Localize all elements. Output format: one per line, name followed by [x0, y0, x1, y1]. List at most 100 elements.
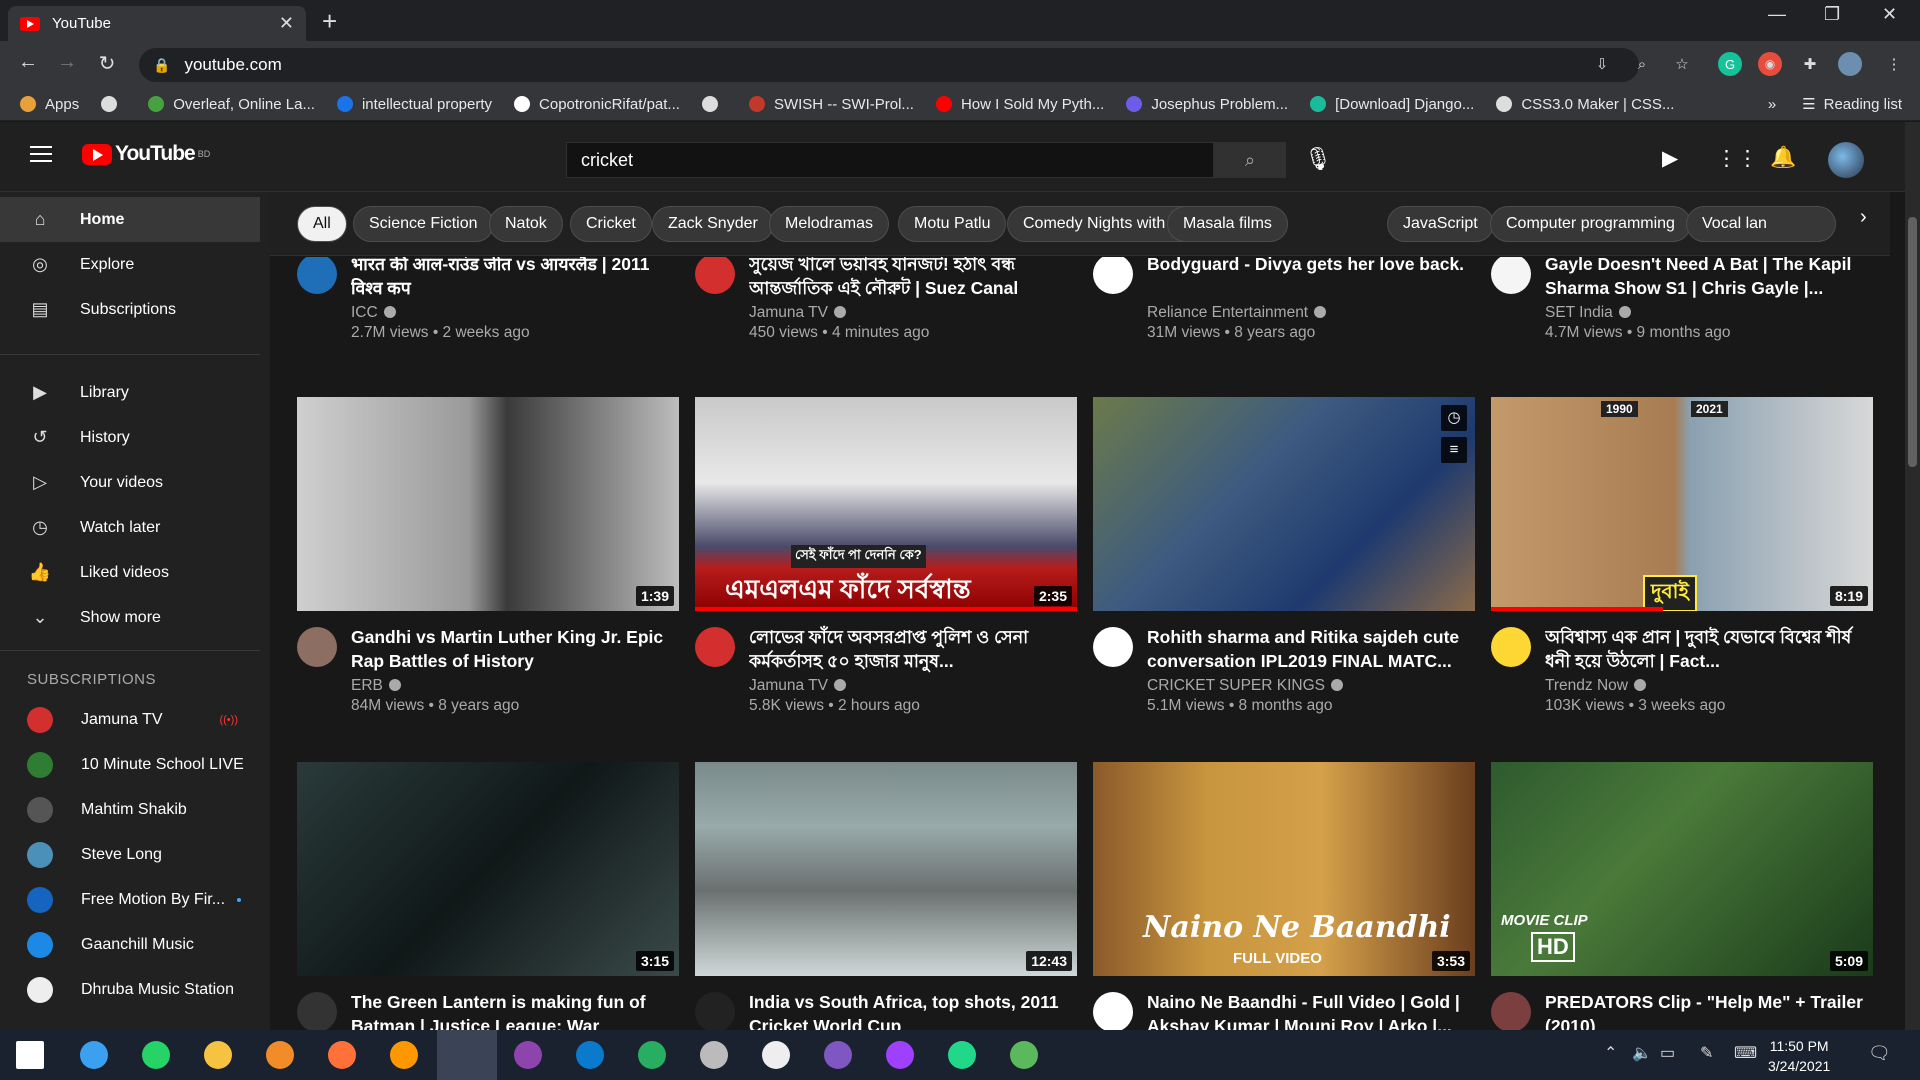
- keyboard-icon[interactable]: ⌨: [1734, 1043, 1757, 1063]
- extension-icon[interactable]: ◉: [1758, 52, 1782, 76]
- notifications-bell-icon[interactable]: 🔔: [1770, 146, 1796, 170]
- video-title[interactable]: PREDATORS Clip - "Help Me" + Trailer (20…: [1545, 990, 1865, 1030]
- scrollbar-thumb[interactable]: [1908, 217, 1917, 467]
- apps-grid-icon[interactable]: ⋮⋮: [1716, 146, 1758, 171]
- channel-name[interactable]: ERB: [351, 677, 401, 695]
- channel-name[interactable]: Reliance Entertainment: [1147, 304, 1327, 322]
- subscription-item[interactable]: Steve Long: [0, 832, 260, 877]
- video-title[interactable]: भारत की आल-राउंड जीत vs आयरलैंड | 2011 व…: [351, 257, 671, 300]
- video-thumbnail[interactable]: 1:39: [297, 397, 679, 611]
- windows-start-icon[interactable]: [16, 1041, 44, 1069]
- video-title[interactable]: Bodyguard - Divya gets her love back.: [1147, 257, 1467, 276]
- notification-center-icon[interactable]: 🗨: [1868, 1043, 1891, 1064]
- channel-avatar[interactable]: [297, 627, 337, 667]
- channel-avatar[interactable]: [1093, 992, 1133, 1030]
- volume-icon[interactable]: 🔈: [1632, 1043, 1652, 1063]
- filter-chip[interactable]: All: [297, 206, 347, 242]
- video-thumbnail[interactable]: 5:09 MOVIE CLIP HD: [1491, 762, 1873, 976]
- github-icon[interactable]: [514, 1041, 542, 1069]
- filter-chip[interactable]: Cricket: [570, 206, 652, 242]
- search-circle-icon[interactable]: [80, 1041, 108, 1069]
- filter-chip[interactable]: Masala films: [1167, 206, 1288, 242]
- subscription-item[interactable]: 10 Minute School LIVE: [0, 742, 260, 787]
- video-title[interactable]: অবিশ্বাস্য এক প্রান | দুবাই যেভাবে বিশ্ব…: [1545, 625, 1865, 673]
- tray-chevron-icon[interactable]: ⌃: [1604, 1043, 1617, 1063]
- menu-hamburger-icon[interactable]: [30, 146, 52, 162]
- sidebar-item-home[interactable]: ⌂ Home: [0, 197, 260, 242]
- subscription-item[interactable]: Gaanchill Music: [0, 922, 260, 967]
- sidebar-item-library[interactable]: ▶ Library: [0, 370, 260, 415]
- bookmark-item[interactable]: intellectual property: [336, 96, 492, 113]
- channel-name[interactable]: Trendz Now: [1545, 677, 1646, 695]
- pen-icon[interactable]: ✎: [1700, 1043, 1713, 1063]
- filter-chip[interactable]: Melodramas: [769, 206, 890, 242]
- channel-name[interactable]: SET India: [1545, 304, 1631, 322]
- video-thumbnail[interactable]: 12:43: [695, 762, 1077, 976]
- grammarly-extension-icon[interactable]: G: [1718, 52, 1742, 76]
- subscription-item[interactable]: Free Motion By Fir...: [0, 877, 260, 922]
- cloud-app-icon[interactable]: [700, 1041, 728, 1069]
- bookmark-item[interactable]: [101, 96, 126, 112]
- filter-chip[interactable]: Zack Snyder: [652, 206, 774, 242]
- video-thumbnail[interactable]: ◷ ≡: [1093, 397, 1475, 611]
- browser-tab[interactable]: YouTube ✕: [8, 6, 306, 41]
- avast-icon[interactable]: [266, 1041, 294, 1069]
- video-title[interactable]: Gayle Doesn't Need A Bat | The Kapil Sha…: [1545, 257, 1865, 300]
- channel-avatar[interactable]: [1491, 627, 1531, 667]
- video-title[interactable]: Naino Ne Baandhi - Full Video | Gold | A…: [1147, 990, 1467, 1030]
- video-thumbnail[interactable]: 8:19 1990 2021 দুবাই: [1491, 397, 1873, 611]
- firefox-icon[interactable]: [328, 1041, 356, 1069]
- subscription-item[interactable]: Jamuna TV ((•)): [0, 697, 260, 742]
- subscription-item[interactable]: Mahtim Shakib: [0, 787, 260, 832]
- video-thumbnail[interactable]: 2:35 সেই ফাঁদে পা দেননি কে? এমএলএম ফাঁদে স…: [695, 397, 1077, 611]
- visual-studio-icon[interactable]: [824, 1041, 852, 1069]
- subscription-item[interactable]: Dhruba Music Station: [0, 967, 260, 1012]
- search-button[interactable]: ⌕: [1214, 142, 1286, 178]
- messenger-icon[interactable]: [886, 1041, 914, 1069]
- channel-avatar[interactable]: [1491, 992, 1531, 1030]
- filter-chip[interactable]: Motu Patlu: [898, 206, 1007, 242]
- video-title[interactable]: লোভের ফাঁদে অবসরপ্রাপ্ত পুলিশ ও সেনা কর্…: [749, 625, 1069, 673]
- chips-next-icon[interactable]: ›: [1860, 206, 1867, 229]
- video-title[interactable]: সুয়েজ খালে ভয়াবহ যানজট! হঠাৎ বন্ধ আন্ত…: [749, 257, 1069, 300]
- video-title[interactable]: Gandhi vs Martin Luther King Jr. Epic Ra…: [351, 625, 671, 673]
- filter-chip[interactable]: Computer programming: [1490, 206, 1691, 242]
- channel-avatar[interactable]: [695, 627, 735, 667]
- browser-menu-icon[interactable]: ⋮: [1882, 52, 1906, 76]
- bookmark-item[interactable]: CSS3.0 Maker | CSS...: [1496, 96, 1674, 113]
- file-explorer-icon[interactable]: [204, 1041, 232, 1069]
- reload-icon[interactable]: ↻: [93, 51, 121, 76]
- youtube-logo[interactable]: YouTube BD: [82, 142, 210, 166]
- filter-chip[interactable]: JavaScript: [1387, 206, 1494, 242]
- sidebar-item-show-more[interactable]: ⌄ Show more: [0, 595, 260, 640]
- microphone-icon[interactable]: 🎙: [1304, 146, 1332, 172]
- search-input[interactable]: cricket: [566, 142, 1214, 178]
- bookmark-item[interactable]: SWISH -- SWI-Prol...: [748, 96, 914, 113]
- bookmark-star-icon[interactable]: ☆: [1670, 52, 1694, 76]
- sidebar-item-liked-videos[interactable]: 👍 Liked videos: [0, 550, 260, 595]
- bookmark-item[interactable]: [Download] Django...: [1310, 96, 1474, 113]
- sidebar-item-history[interactable]: ↺ History: [0, 415, 260, 460]
- bookmark-item[interactable]: Josephus Problem...: [1126, 96, 1288, 113]
- vscode-icon[interactable]: [576, 1041, 604, 1069]
- channel-avatar[interactable]: [695, 992, 735, 1030]
- channel-name[interactable]: Jamuna TV: [749, 677, 846, 695]
- zoom-icon[interactable]: ⌕: [1630, 52, 1654, 76]
- filter-chip[interactable]: Vocal lan: [1686, 206, 1836, 242]
- forward-icon[interactable]: →: [53, 51, 81, 74]
- channel-avatar[interactable]: [695, 257, 735, 294]
- channel-avatar[interactable]: [297, 992, 337, 1030]
- video-title[interactable]: Rohith sharma and Ritika sajdeh cute con…: [1147, 625, 1467, 673]
- inkscape-icon[interactable]: [762, 1041, 790, 1069]
- address-bar[interactable]: 🔒 youtube.com: [139, 48, 1639, 82]
- page-scrollbar[interactable]: [1905, 122, 1920, 1030]
- network-icon[interactable]: ▭: [1660, 1043, 1675, 1063]
- pycharm-icon[interactable]: [948, 1041, 976, 1069]
- channel-name[interactable]: ICC: [351, 304, 396, 322]
- video-thumbnail[interactable]: 3:53 Naino Ne Baandhi FULL VIDEO: [1093, 762, 1475, 976]
- sidebar-item-your-videos[interactable]: ▷ Your videos: [0, 460, 260, 505]
- channel-name[interactable]: CRICKET SUPER KINGS: [1147, 677, 1344, 695]
- account-avatar[interactable]: [1828, 142, 1864, 178]
- new-tab-button[interactable]: +: [322, 6, 337, 37]
- sidebar-item-subscriptions[interactable]: ▤ Subscriptions: [0, 287, 260, 332]
